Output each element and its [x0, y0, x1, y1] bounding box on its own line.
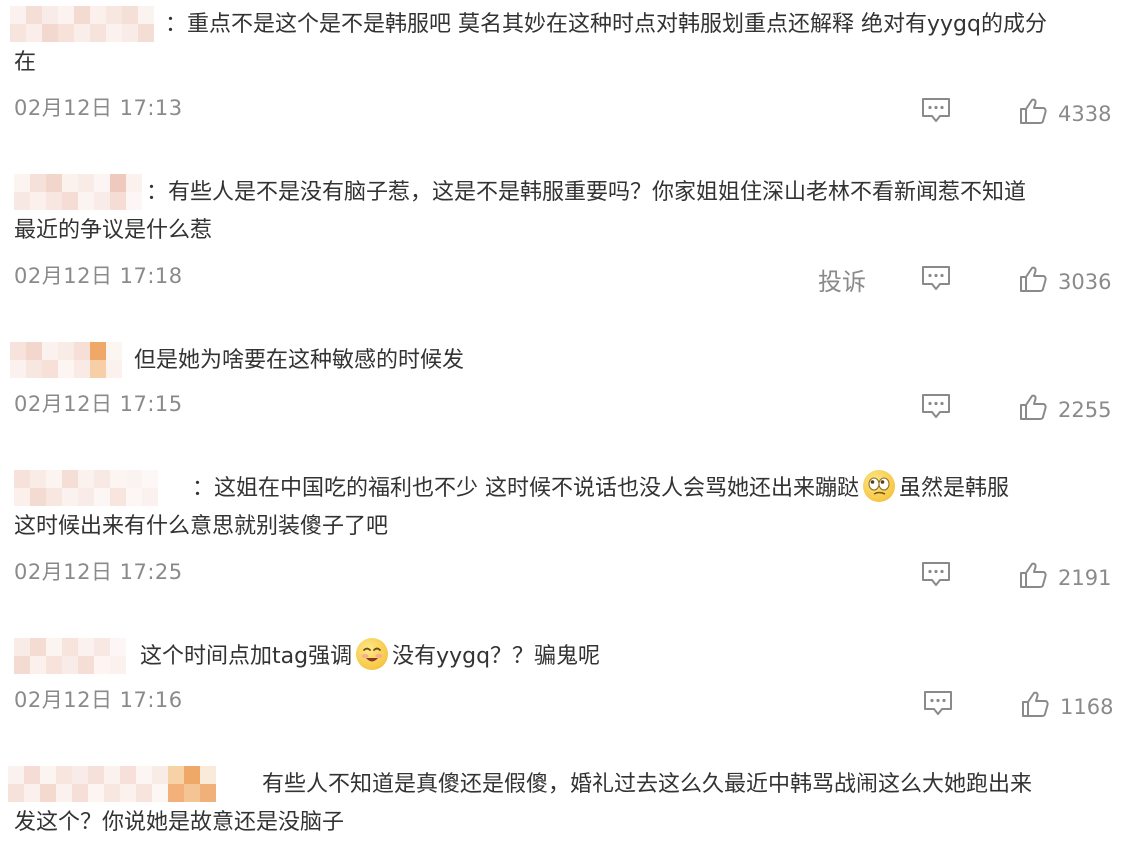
smile-emoji-icon [356, 638, 389, 670]
comment-text-continuation: 发这个？你说她是故意还是没脑子 [14, 804, 344, 842]
comment-text-continuation: 这时候出来有什么意思就别装傻子了吧 [14, 508, 388, 546]
report-link[interactable]: 投诉 [818, 268, 866, 296]
like-count: 2255 [1058, 398, 1112, 422]
comment-timestamp: 02月12日 17:18 [14, 264, 183, 288]
thumbs-up-icon[interactable] [1019, 97, 1047, 125]
comment-text: ：这姐在中国吃的福利也不少 这时候不说话也没人会骂她还出来蹦跶 虽然是韩服 [192, 470, 1009, 508]
comment-text-segment: 虽然是韩服 [899, 476, 1010, 501]
comment-text-continuation: 在 [14, 44, 36, 82]
comment-text-line: ：重点不是这个是不是韩服吧 莫名其妙在这种时点对韩服划重点还解释 绝对有yygq… [165, 12, 1047, 37]
comment-timestamp: 02月12日 17:25 [14, 560, 183, 584]
blurred-username[interactable] [14, 638, 126, 674]
comment-text-segment: ：这姐在中国吃的福利也不少 这时候不说话也没人会骂她还出来蹦跶 [192, 476, 859, 501]
like-count: 3036 [1058, 270, 1112, 294]
thumbs-up-icon[interactable] [1019, 393, 1047, 421]
comment-text-line: ：这姐在中国吃的福利也不少 这时候不说话也没人会骂她还出来蹦跶 虽然是韩服 [192, 470, 1009, 508]
comment-text: 这个时间点加tag强调 没有yygq？？骗鬼呢 [140, 638, 600, 676]
comment-text-continuation: 最近的争议是什么惹 [14, 212, 212, 250]
comment-icon[interactable] [921, 561, 951, 587]
comment-text-line: 但是她为啥要在这种敏感的时候发 [134, 348, 465, 373]
comment-text: ：有些人是不是没有脑子惹，这是不是韩服重要吗？你家姐姐住深山老林不看新闻惹不知道 [146, 174, 1026, 212]
thumbs-up-icon[interactable] [1019, 561, 1047, 589]
like-count: 4338 [1058, 102, 1112, 126]
comment-timestamp: 02月12日 17:13 [14, 96, 183, 120]
blurred-username[interactable] [14, 174, 142, 210]
thumbs-up-icon[interactable] [1019, 265, 1047, 293]
comment-text-line: 最近的争议是什么惹 [14, 218, 213, 243]
blurred-username[interactable] [10, 6, 154, 42]
comment-text-segment: 没有yygq？？骗鬼呢 [392, 644, 601, 669]
comment-text-line: ：有些人是不是没有脑子惹，这是不是韩服重要吗？你家姐姐住深山老林不看新闻惹不知道 [146, 180, 1027, 205]
comment-text: 但是她为啥要在这种敏感的时候发 [134, 342, 464, 380]
blurred-username[interactable] [8, 766, 216, 802]
comment-icon[interactable] [923, 690, 953, 716]
sneer-emoji-icon [863, 470, 895, 502]
like-count: 1168 [1060, 695, 1114, 719]
like-count: 2191 [1058, 566, 1112, 590]
comment-text-line: 发这个？你说她是故意还是没脑子 [14, 810, 345, 835]
comment-text: ：重点不是这个是不是韩服吧 莫名其妙在这种时点对韩服划重点还解释 绝对有yygq… [165, 6, 1047, 44]
comment-icon[interactable] [921, 97, 951, 123]
comment-timestamp: 02月12日 17:16 [14, 688, 183, 712]
comment-timestamp: 02月12日 17:15 [14, 392, 183, 416]
comment-icon[interactable] [921, 265, 951, 291]
blurred-username[interactable] [10, 342, 122, 378]
comment-icon[interactable] [921, 393, 951, 419]
comment-text-line: 这时候出来有什么意思就别装傻子了吧 [14, 514, 389, 539]
comment-text: 有些人不知道是真傻还是假傻，婚礼过去这么久最近中韩骂战闹这么大她跑出来 [262, 766, 1032, 804]
comment-text-line: 在 [14, 50, 37, 75]
blurred-username[interactable] [14, 470, 158, 506]
thumbs-up-icon[interactable] [1021, 690, 1049, 718]
comment-text-line: 这个时间点加tag强调 没有yygq？？骗鬼呢 [140, 638, 600, 676]
comment-text-line: 有些人不知道是真傻还是假傻，婚礼过去这么久最近中韩骂战闹这么大她跑出来 [262, 772, 1033, 797]
comment-text-segment: 这个时间点加tag强调 [140, 644, 353, 669]
